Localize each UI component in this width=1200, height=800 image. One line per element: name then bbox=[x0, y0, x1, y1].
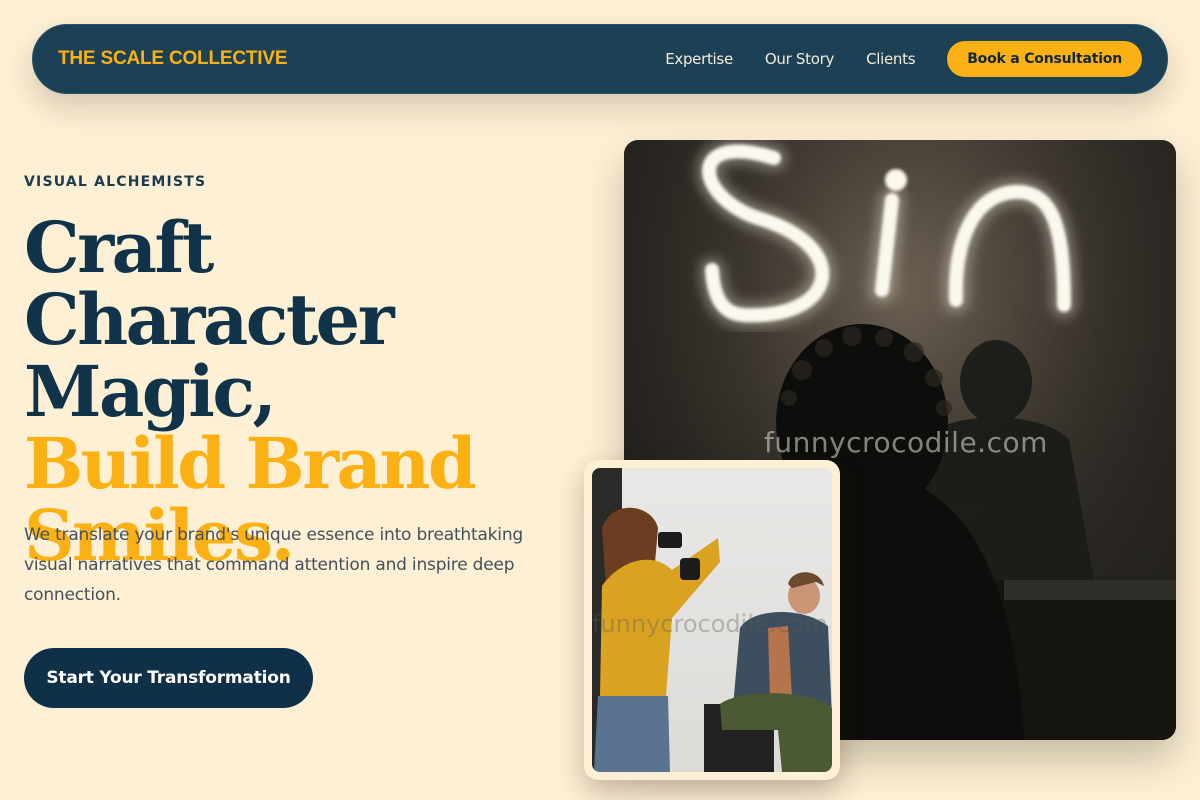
secondary-photo-watermark: funnycrocodile.com bbox=[592, 610, 828, 638]
nav-links: Expertise Our Story Clients Book a Consu… bbox=[665, 41, 1142, 77]
main-photo-watermark: funnycrocodile.com bbox=[764, 426, 1048, 459]
nav-link-our-story[interactable]: Our Story bbox=[765, 50, 834, 68]
top-nav: THE SCALE COLLECTIVE Expertise Our Story… bbox=[32, 24, 1168, 94]
nav-link-expertise[interactable]: Expertise bbox=[665, 50, 733, 68]
book-consultation-button[interactable]: Book a Consultation bbox=[947, 41, 1142, 77]
hero-secondary-photo: funnycrocodile.com bbox=[584, 460, 840, 780]
nav-link-clients[interactable]: Clients bbox=[866, 50, 915, 68]
headline-line-2: Magic, bbox=[24, 350, 277, 433]
landing-page: THE SCALE COLLECTIVE Expertise Our Story… bbox=[0, 0, 1200, 800]
hero-eyebrow: VISUAL ALCHEMISTS bbox=[24, 174, 207, 190]
brand-logo[interactable]: THE SCALE COLLECTIVE bbox=[58, 48, 287, 70]
photoshoot-image: funnycrocodile.com bbox=[592, 468, 832, 772]
headline-line-3: Build Brand bbox=[24, 422, 477, 505]
start-transformation-button[interactable]: Start Your Transformation bbox=[24, 648, 313, 708]
hero-description: We translate your brand's unique essence… bbox=[24, 525, 523, 605]
headline-line-1: Craft Character bbox=[24, 206, 395, 361]
hero-headline: Craft Character Magic, Build Brand Smile… bbox=[24, 212, 584, 572]
